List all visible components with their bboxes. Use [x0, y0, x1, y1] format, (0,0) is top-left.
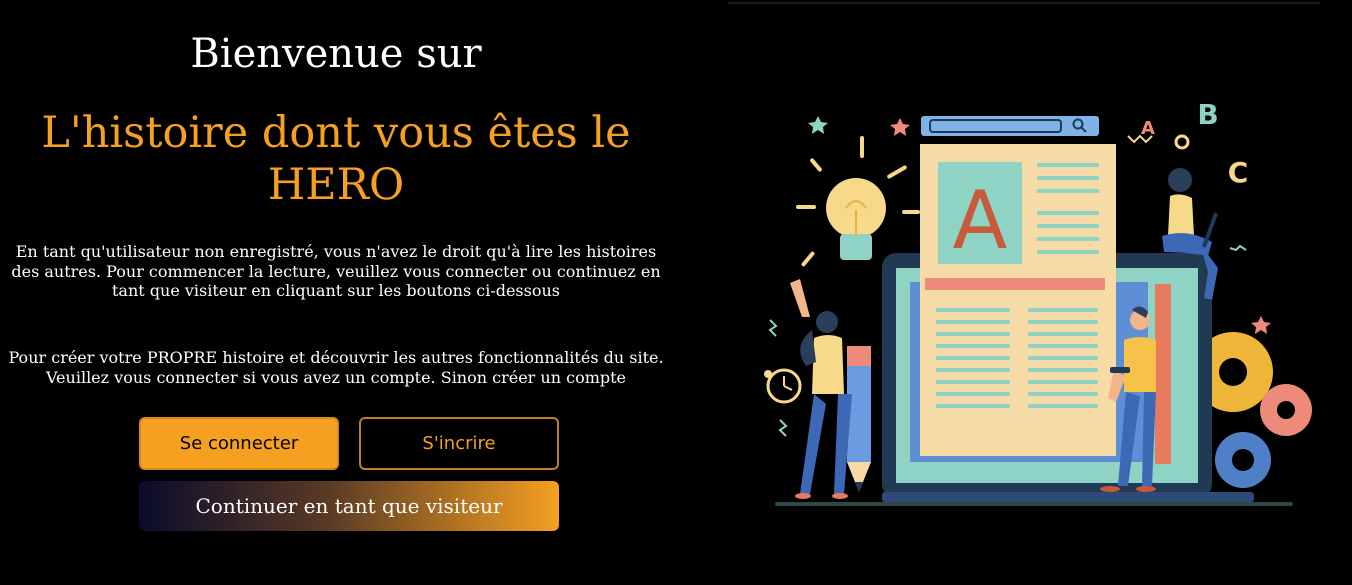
headline-bar: [925, 278, 1105, 290]
illustration-panel: A B C A: [700, 0, 1352, 585]
letter-b: B: [1197, 98, 1218, 131]
laptop-scroll: [1155, 284, 1171, 464]
gear-icon-blue: [1215, 432, 1271, 488]
welcome-panel: Bienvenue sur L'histoire dont vous êtes …: [0, 0, 672, 585]
gear-icon-small: [1260, 384, 1312, 436]
pencil-icon: [847, 346, 871, 492]
site-title: L'histoire dont vous êtes le HERO: [41, 108, 631, 210]
signup-button[interactable]: S'incrire: [359, 417, 559, 470]
clock-icon: [764, 368, 802, 404]
laptop-base: [882, 492, 1254, 502]
letter-c: C: [1228, 156, 1249, 189]
ring-deco: [1174, 134, 1190, 150]
lightbulb-icon: [796, 136, 920, 267]
reading-illustration: A B C A: [764, 98, 1312, 506]
login-button[interactable]: Se connecter: [139, 417, 339, 470]
account-paragraph: Pour créer votre PROPRE histoire et déco…: [8, 348, 664, 387]
welcome-heading: Bienvenue sur: [190, 31, 482, 77]
intro-paragraph: En tant qu'utilisateur non enregistré, v…: [11, 242, 661, 300]
ground-line: [775, 502, 1293, 506]
letter-a-small: A: [1141, 118, 1155, 139]
letter-a: A: [953, 174, 1008, 267]
visitor-button[interactable]: Continuer en tant que visiteur: [139, 481, 559, 531]
